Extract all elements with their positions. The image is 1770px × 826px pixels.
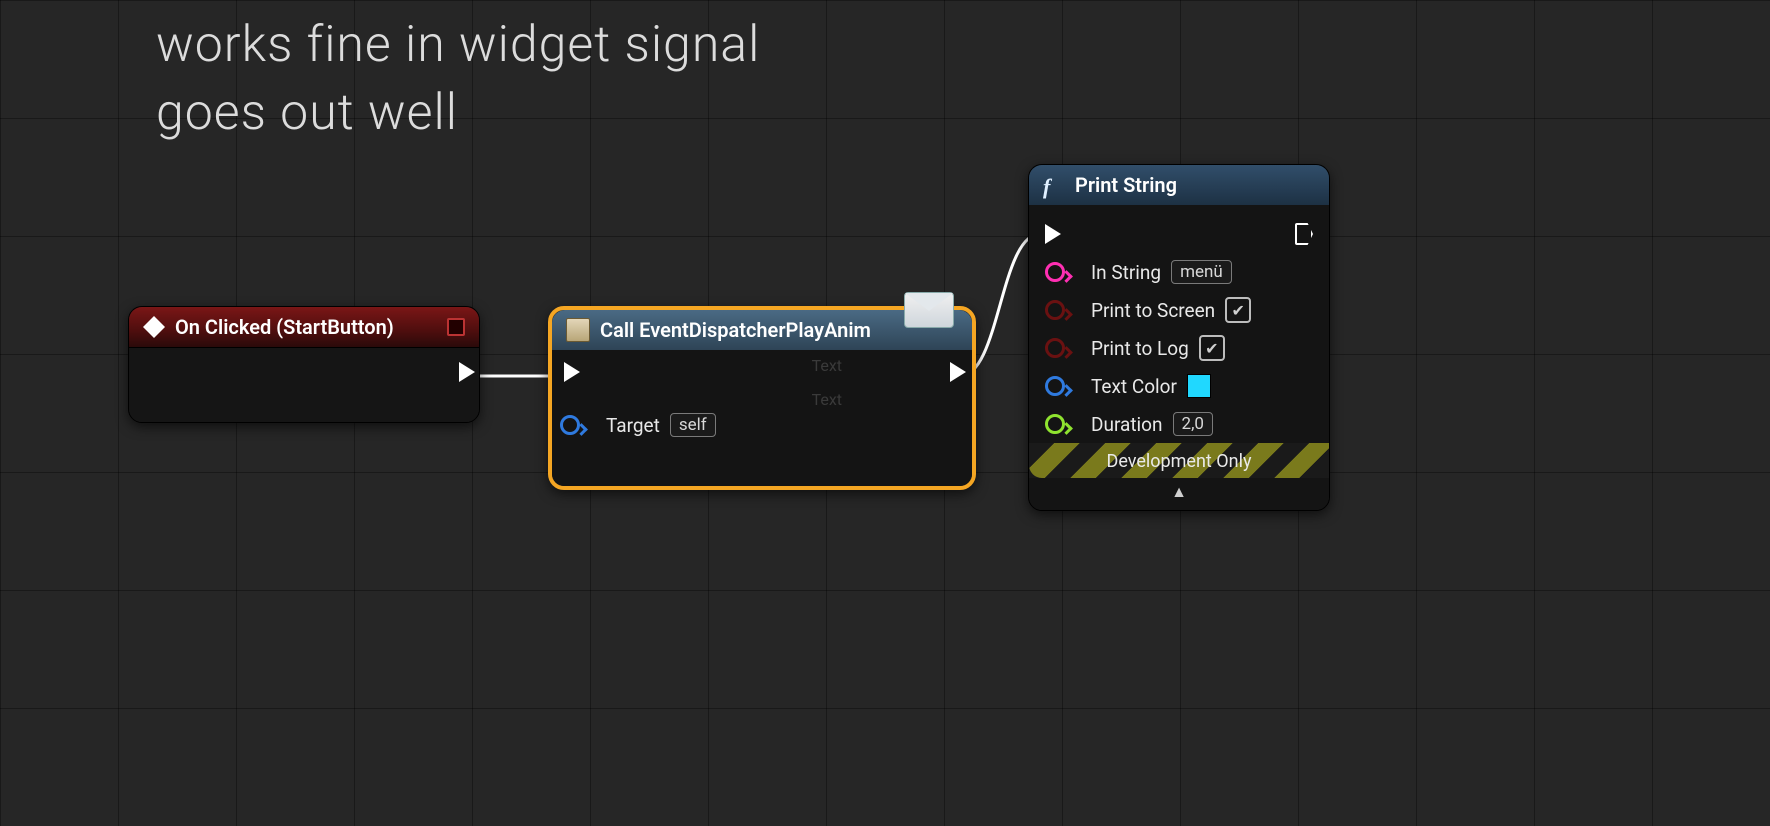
text-color-label: Text Color [1091,375,1177,398]
duration-value[interactable]: 2,0 [1173,412,1213,436]
print-to-screen-pin[interactable] [1045,300,1065,320]
bg-text-1: Text [812,356,842,375]
delegate-pin-icon[interactable] [447,318,465,336]
node-call-event-dispatcher[interactable]: Call EventDispatcherPlayAnim Text Text T… [548,306,976,490]
exec-out-pin[interactable] [950,362,966,382]
bg-text-2: Text [812,390,842,409]
node-header[interactable]: f Print String [1029,165,1329,205]
print-to-screen-label: Print to Screen [1091,299,1215,322]
annotation-text: works fine in widget signal goes out wel… [156,12,760,147]
node-on-clicked[interactable]: On Clicked (StartButton) [128,306,480,423]
in-string-label: In String [1091,261,1161,284]
annotation-line-1: works fine in widget signal [156,12,760,80]
node-title: On Clicked (StartButton) [175,315,394,339]
print-to-log-label: Print to Log [1091,337,1189,360]
expand-chevron-icon[interactable]: ▲ [1029,478,1329,510]
target-pin[interactable] [560,415,580,435]
exec-in-pin[interactable] [564,362,580,382]
in-string-pin[interactable] [1045,262,1065,282]
function-f-icon: f [1043,174,1065,196]
annotation-line-2: goes out well [156,80,760,148]
duration-pin[interactable] [1045,414,1065,434]
text-color-pin[interactable] [1045,376,1065,396]
dispatcher-box-icon [566,318,590,342]
event-diamond-icon [143,316,165,338]
node-header[interactable]: On Clicked (StartButton) [129,307,479,348]
node-print-string[interactable]: f Print String In String menü Print to S… [1028,164,1330,511]
node-title: Print String [1075,173,1177,197]
exec-in-pin[interactable] [1045,224,1061,244]
duration-label: Duration [1091,413,1163,436]
development-only-banner: Development Only [1029,443,1329,478]
print-to-screen-checkbox[interactable]: ✔ [1225,297,1251,323]
node-title: Call EventDispatcherPlayAnim [600,318,871,342]
text-color-swatch[interactable] [1187,374,1211,398]
envelope-icon [904,292,954,328]
print-to-log-pin[interactable] [1045,338,1065,358]
target-pin-label: Target [606,414,660,437]
target-value[interactable]: self [670,413,716,437]
exec-out-pin[interactable] [1295,223,1313,245]
in-string-value[interactable]: menü [1171,260,1232,284]
print-to-log-checkbox[interactable]: ✔ [1199,335,1225,361]
exec-out-pin[interactable] [459,362,475,382]
